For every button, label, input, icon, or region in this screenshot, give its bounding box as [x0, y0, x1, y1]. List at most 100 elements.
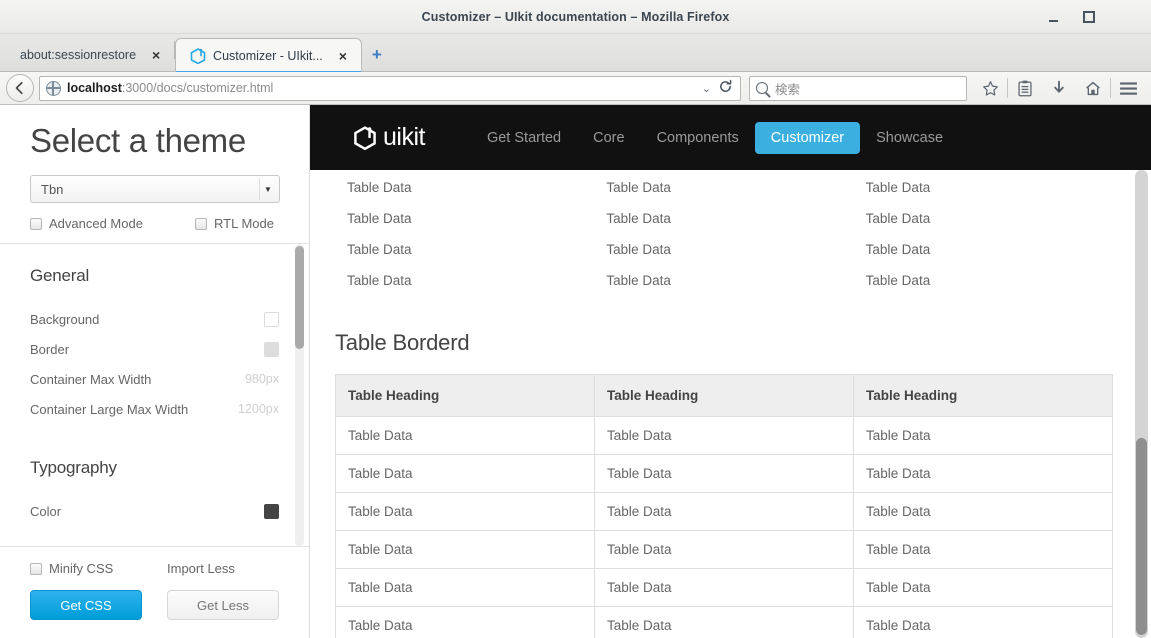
sidebar-scrollbar-thumb[interactable]: [295, 246, 304, 350]
theme-select-value: Tbn: [41, 181, 64, 197]
tab-bar: about:sessionrestore × Customizer - UIki…: [0, 34, 1151, 72]
globe-icon: [46, 80, 61, 96]
checkbox-icon[interactable]: [30, 562, 42, 575]
table-cell: Table Data: [594, 568, 854, 607]
nav-item-core[interactable]: Core: [577, 122, 640, 154]
table-cell: Table Data: [853, 606, 1113, 638]
checkbox-icon[interactable]: [30, 217, 42, 230]
minimize-button[interactable]: [1035, 0, 1071, 34]
table-cell: Table Data: [853, 492, 1113, 531]
table-cell: Table Data: [347, 180, 412, 195]
maximize-button[interactable]: [1071, 0, 1107, 34]
sidebar-options: General Background Border Container Max …: [0, 244, 309, 536]
table-header-row: Table Heading Table Heading Table Headin…: [335, 374, 1113, 417]
sidebar-header: Select a theme Tbn ▼ Advanced Mode RTL M…: [0, 105, 309, 243]
table-cell: Table Data: [606, 273, 671, 288]
plain-table: Table Data Table Data Table Data Table D…: [335, 172, 1113, 296]
url-text: localhost:3000/docs/customizer.html: [67, 81, 695, 95]
table-cell: Table Data: [606, 211, 671, 226]
table-cell: Table Data: [594, 606, 854, 638]
downloads-icon[interactable]: [1042, 74, 1076, 102]
table-cell: Table Data: [865, 273, 931, 288]
table-row: Table Data Table Data Table Data: [335, 606, 1113, 638]
window-controls: [1035, 0, 1143, 34]
table-cell: Table Data: [335, 492, 595, 531]
uikit-logo[interactable]: uikit: [352, 123, 425, 152]
window-title: Customizer – UIkit documentation – Mozil…: [421, 9, 730, 24]
nav-item-customizer[interactable]: Customizer: [754, 121, 861, 154]
table-row: Table Data Table Data Table Data: [335, 530, 1113, 569]
table-row: Table Data Table Data Table Data: [335, 454, 1113, 493]
home-icon[interactable]: [1076, 74, 1110, 102]
plain-table-body: Table Data Table Data Table Data Table D…: [335, 172, 1113, 296]
browser-toolbar: localhost:3000/docs/customizer.html ⌄ 検索: [0, 72, 1151, 105]
window-titlebar: Customizer – UIkit documentation – Mozil…: [0, 0, 1151, 34]
option-color[interactable]: Color: [30, 496, 279, 526]
option-label: Container Max Width: [30, 371, 152, 387]
menu-icon[interactable]: [1111, 74, 1145, 102]
section-title-general: General: [30, 266, 90, 286]
page-title: Select a theme: [30, 122, 246, 159]
nav-item-components[interactable]: Components: [641, 122, 755, 154]
sidebar-footer-options: Minify CSS Import Less: [30, 561, 279, 576]
table-cell: Table Data: [853, 568, 1113, 607]
section-heading-table-borderd: Table Borderd: [335, 330, 470, 355]
doc-content: Table Data Table Data Table Data Table D…: [310, 172, 1151, 638]
get-less-button[interactable]: Get Less: [167, 590, 279, 620]
sidebar-scrollbar[interactable]: [295, 244, 304, 546]
option-label: Color: [30, 503, 62, 519]
option-background[interactable]: Background: [30, 304, 279, 334]
new-tab-button[interactable]: +: [362, 38, 392, 71]
advanced-mode-toggle[interactable]: Advanced Mode: [30, 216, 195, 231]
table-cell: Table Data: [594, 454, 854, 493]
tab-close-icon[interactable]: ×: [335, 49, 351, 63]
option-container-large-max-width[interactable]: Container Large Max Width 1200px: [30, 394, 279, 424]
option-border[interactable]: Border: [30, 334, 279, 364]
minify-css-toggle[interactable]: Minify CSS: [30, 561, 167, 576]
nav-item-get-started[interactable]: Get Started: [471, 122, 577, 154]
reload-icon[interactable]: [718, 79, 736, 97]
minify-css-label: Minify CSS: [49, 561, 114, 576]
table-cell: Table Data: [347, 211, 412, 226]
url-path: :3000/docs/customizer.html: [121, 81, 274, 95]
tab-close-icon[interactable]: ×: [148, 48, 164, 62]
option-value: 980px: [244, 372, 279, 387]
tab-label: Customizer - UIkit...: [213, 48, 323, 63]
table-cell: Table Data: [606, 242, 671, 257]
search-bar[interactable]: 検索: [749, 75, 967, 101]
table-cell: Table Data: [594, 416, 854, 455]
page-scrollbar[interactable]: [1135, 170, 1148, 638]
tab-session-restore[interactable]: about:sessionrestore ×: [6, 38, 174, 71]
theme-select[interactable]: Tbn ▼: [30, 175, 280, 204]
rtl-mode-toggle[interactable]: RTL Mode: [195, 216, 274, 231]
option-label: Border: [30, 341, 70, 357]
uikit-navbar: uikit Get Started Core Components Custom…: [310, 105, 1151, 170]
tab-customizer[interactable]: Customizer - UIkit... ×: [175, 38, 362, 72]
page-viewport: Select a theme Tbn ▼ Advanced Mode RTL M…: [0, 105, 1151, 638]
table-row: Table Data Table Data Table Data: [335, 568, 1113, 607]
toolbar-icons: [973, 74, 1145, 102]
library-icon[interactable]: [1008, 74, 1042, 102]
back-button[interactable]: [6, 74, 34, 102]
firefox-window: Customizer – UIkit documentation – Mozil…: [0, 0, 1151, 638]
color-swatch-background[interactable]: [264, 311, 279, 327]
chevron-down-icon[interactable]: ⌄: [695, 82, 718, 95]
table-cell: Table Data: [606, 180, 671, 195]
nav-item-showcase[interactable]: Showcase: [860, 122, 959, 154]
color-swatch-color[interactable]: [264, 503, 279, 519]
bookmark-star-icon[interactable]: [973, 74, 1007, 102]
table-header-cell: Table Heading: [594, 374, 854, 417]
get-css-button[interactable]: Get CSS: [30, 590, 142, 620]
checkbox-icon[interactable]: [195, 217, 207, 230]
close-window-button[interactable]: [1107, 0, 1143, 34]
address-bar[interactable]: localhost:3000/docs/customizer.html ⌄: [39, 75, 741, 101]
page-scrollbar-thumb[interactable]: [1136, 438, 1147, 635]
option-container-max-width[interactable]: Container Max Width 980px: [30, 364, 279, 394]
table-row: Table Data Table Data Table Data: [335, 172, 1113, 203]
table-cell: Table Data: [594, 530, 854, 569]
color-swatch-border[interactable]: [264, 341, 279, 357]
table-cell: Table Data: [865, 242, 931, 257]
uikit-logo-text: uikit: [383, 123, 425, 151]
table-header-cell: Table Heading: [853, 374, 1113, 417]
table-cell: Table Data: [853, 530, 1113, 569]
